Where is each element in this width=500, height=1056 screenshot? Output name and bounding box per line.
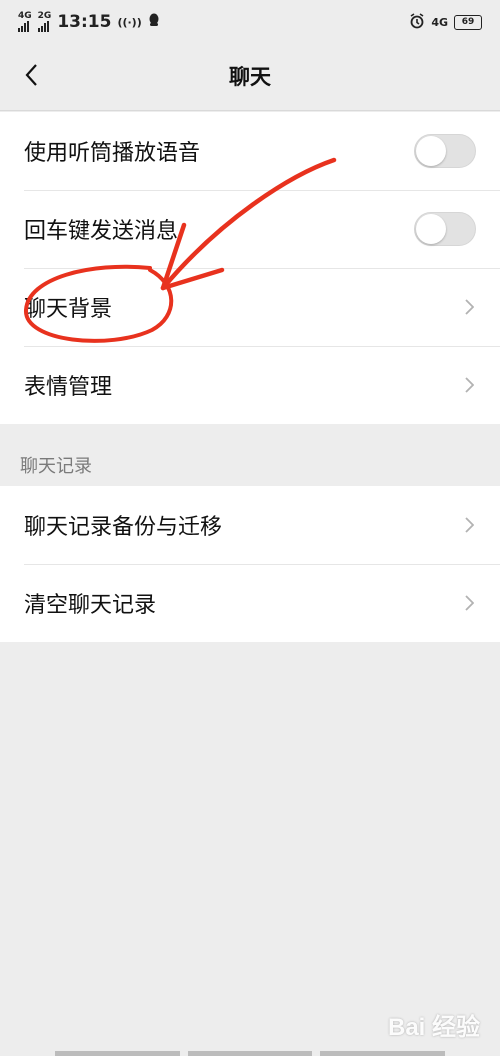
page-title: 聊天 (229, 65, 271, 89)
battery-icon: 69 (454, 14, 482, 30)
setting-label: 使用听筒播放语音 (24, 141, 201, 166)
chevron-right-icon (462, 514, 476, 536)
settings-group-general: 使用听筒播放语音 回车键发送消息 聊天背景 表情管理 (0, 112, 500, 424)
signal-bars-icon (37, 21, 49, 32)
setting-chat-background[interactable]: 聊天背景 (0, 268, 500, 346)
watermark: Bai 经验 (387, 1014, 480, 1041)
clock: 13:15 (57, 12, 112, 32)
alarm-icon (409, 12, 425, 32)
back-button[interactable] (14, 60, 48, 94)
chevron-right-icon (462, 374, 476, 396)
setting-label: 回车键发送消息 (24, 219, 179, 244)
signal-1: 4G (18, 12, 32, 32)
battery-level: 69 (461, 17, 475, 27)
setting-label: 表情管理 (24, 375, 113, 400)
chevron-right-icon (462, 296, 476, 318)
setting-enter-to-send: 回车键发送消息 (0, 190, 500, 268)
signal-bars-icon (18, 21, 29, 32)
setting-backup-migrate[interactable]: 聊天记录备份与迁移 (0, 486, 500, 564)
chevron-left-icon (24, 63, 38, 91)
hotspot-icon: ((·)) (117, 15, 142, 29)
setting-sticker-management[interactable]: 表情管理 (0, 346, 500, 424)
settings-group-chat-history: 聊天记录备份与迁移 清空聊天记录 (0, 486, 500, 642)
chevron-right-icon (462, 592, 476, 614)
gesture-bar (55, 1051, 446, 1056)
network-type: 4G (431, 15, 448, 29)
nav-bar: 聊天 (0, 44, 500, 111)
qq-icon (148, 12, 160, 32)
setting-earpiece-voice: 使用听筒播放语音 (0, 112, 500, 190)
status-bar: 4G 2G 13:15 ((·)) 4G 69 (0, 0, 500, 44)
earpiece-voice-toggle[interactable] (414, 134, 476, 168)
setting-clear-history[interactable]: 清空聊天记录 (0, 564, 500, 642)
setting-label: 聊天记录备份与迁移 (24, 515, 223, 540)
setting-label: 清空聊天记录 (24, 593, 157, 618)
setting-label: 聊天背景 (24, 297, 113, 322)
toggle-knob (416, 136, 446, 166)
toggle-knob (416, 214, 446, 244)
signal-2: 2G (37, 12, 51, 32)
enter-to-send-toggle[interactable] (414, 212, 476, 246)
section-header-chat-history: 聊天记录 (20, 456, 92, 477)
